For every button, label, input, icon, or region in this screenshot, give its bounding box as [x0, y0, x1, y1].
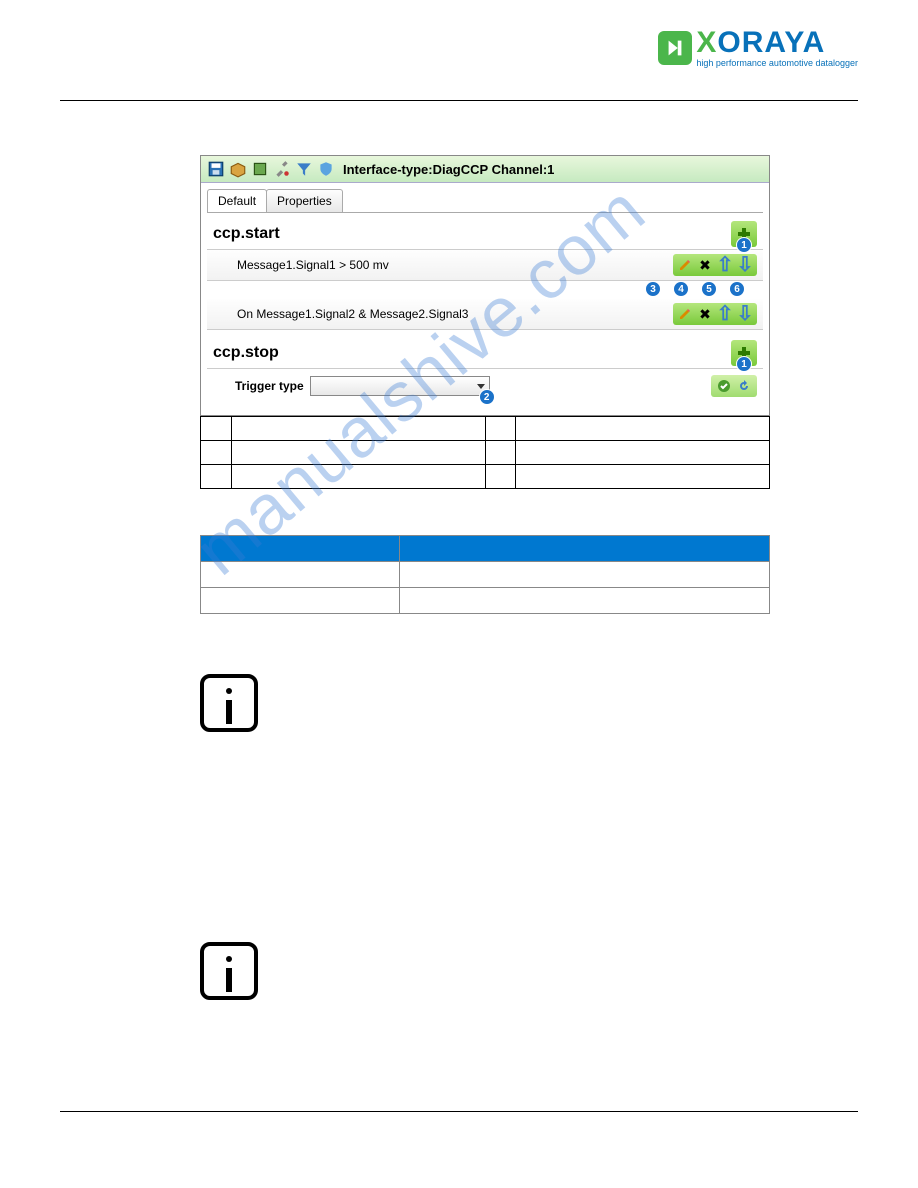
- rule-row-2: On Message1.Signal2 & Message2.Signal3 ✖…: [207, 299, 763, 330]
- rule-text-1: Message1.Signal1 > 500 mv: [213, 258, 673, 272]
- logo-arrow-icon: [658, 31, 692, 65]
- callout-legend-grid: [200, 416, 770, 489]
- tab-strip: Default Properties: [201, 183, 769, 212]
- shield-icon[interactable]: [317, 160, 335, 178]
- header-divider: [60, 100, 858, 101]
- trigger-type-label: Trigger type: [235, 379, 304, 393]
- info-text-1: [276, 674, 770, 680]
- footer-divider: [60, 1111, 858, 1112]
- callout-badge-6: 6: [729, 281, 745, 297]
- add-start-rule-button[interactable]: 1: [731, 221, 757, 247]
- tab-properties[interactable]: Properties: [266, 189, 343, 212]
- undo-icon[interactable]: [735, 377, 753, 395]
- callout-badge-5: 5: [701, 281, 717, 297]
- delete-icon[interactable]: ✖: [696, 305, 714, 323]
- table-cell: [201, 562, 400, 588]
- info-icon: [200, 942, 258, 1000]
- logo-wordmark: XORAYA: [696, 28, 858, 58]
- ccp-stop-title: ccp.stop: [213, 344, 279, 362]
- info-note-1: [200, 674, 770, 732]
- move-up-icon[interactable]: ⇧: [716, 256, 734, 274]
- filter-icon[interactable]: [295, 160, 313, 178]
- callout-badge-1: 1: [736, 237, 752, 253]
- info-text-2: [276, 942, 770, 948]
- toolbar: Interface-type:DiagCCP Channel:1: [201, 156, 769, 183]
- delete-icon[interactable]: ✖: [696, 256, 714, 274]
- callout-badge-1b: 1: [736, 356, 752, 372]
- save-icon[interactable]: [207, 160, 225, 178]
- table-cell: [201, 588, 400, 614]
- callout-badge-4: 4: [673, 281, 689, 297]
- rule-actions-1: ✖ ⇧ ⇩: [673, 254, 757, 276]
- move-down-icon[interactable]: ⇩: [736, 256, 754, 274]
- rule-text-2: On Message1.Signal2 & Message2.Signal3: [213, 307, 673, 321]
- ccp-start-title: ccp.start: [213, 225, 280, 243]
- package-icon[interactable]: [229, 160, 247, 178]
- app-screenshot: Interface-type:DiagCCP Channel:1 Default…: [200, 155, 770, 416]
- callout-badge-3: 3: [645, 281, 661, 297]
- confirm-icon[interactable]: [715, 377, 733, 395]
- tools-icon[interactable]: [273, 160, 291, 178]
- parameter-table: [200, 535, 770, 614]
- ccp-stop-header: ccp.stop 1: [207, 334, 763, 369]
- ccp-start-header: ccp.start 1: [207, 215, 763, 250]
- table-cell: [400, 562, 770, 588]
- table-header-1: [201, 536, 400, 562]
- info-note-2: [200, 942, 770, 1000]
- rule-row-1: Message1.Signal1 > 500 mv ✖ ⇧ ⇩: [207, 250, 763, 281]
- info-icon: [200, 674, 258, 732]
- move-up-icon[interactable]: ⇧: [716, 305, 734, 323]
- trigger-row: Trigger type 2: [207, 369, 763, 407]
- table-header-2: [400, 536, 770, 562]
- move-down-icon[interactable]: ⇩: [736, 305, 754, 323]
- logo-tagline: high performance automotive datalogger: [696, 58, 858, 68]
- edit-icon[interactable]: [676, 256, 694, 274]
- edit-icon[interactable]: [676, 305, 694, 323]
- add-stop-rule-button[interactable]: 1: [731, 340, 757, 366]
- toolbar-title: Interface-type:DiagCCP Channel:1: [343, 162, 554, 177]
- chip-icon[interactable]: [251, 160, 269, 178]
- tab-default[interactable]: Default: [207, 189, 267, 212]
- brand-header: XORAYA high performance automotive datal…: [658, 28, 858, 68]
- callout-badge-2: 2: [479, 389, 495, 405]
- table-cell: [400, 588, 770, 614]
- rule-actions-2: ✖ ⇧ ⇩: [673, 303, 757, 325]
- trigger-type-dropdown[interactable]: 2: [310, 376, 490, 396]
